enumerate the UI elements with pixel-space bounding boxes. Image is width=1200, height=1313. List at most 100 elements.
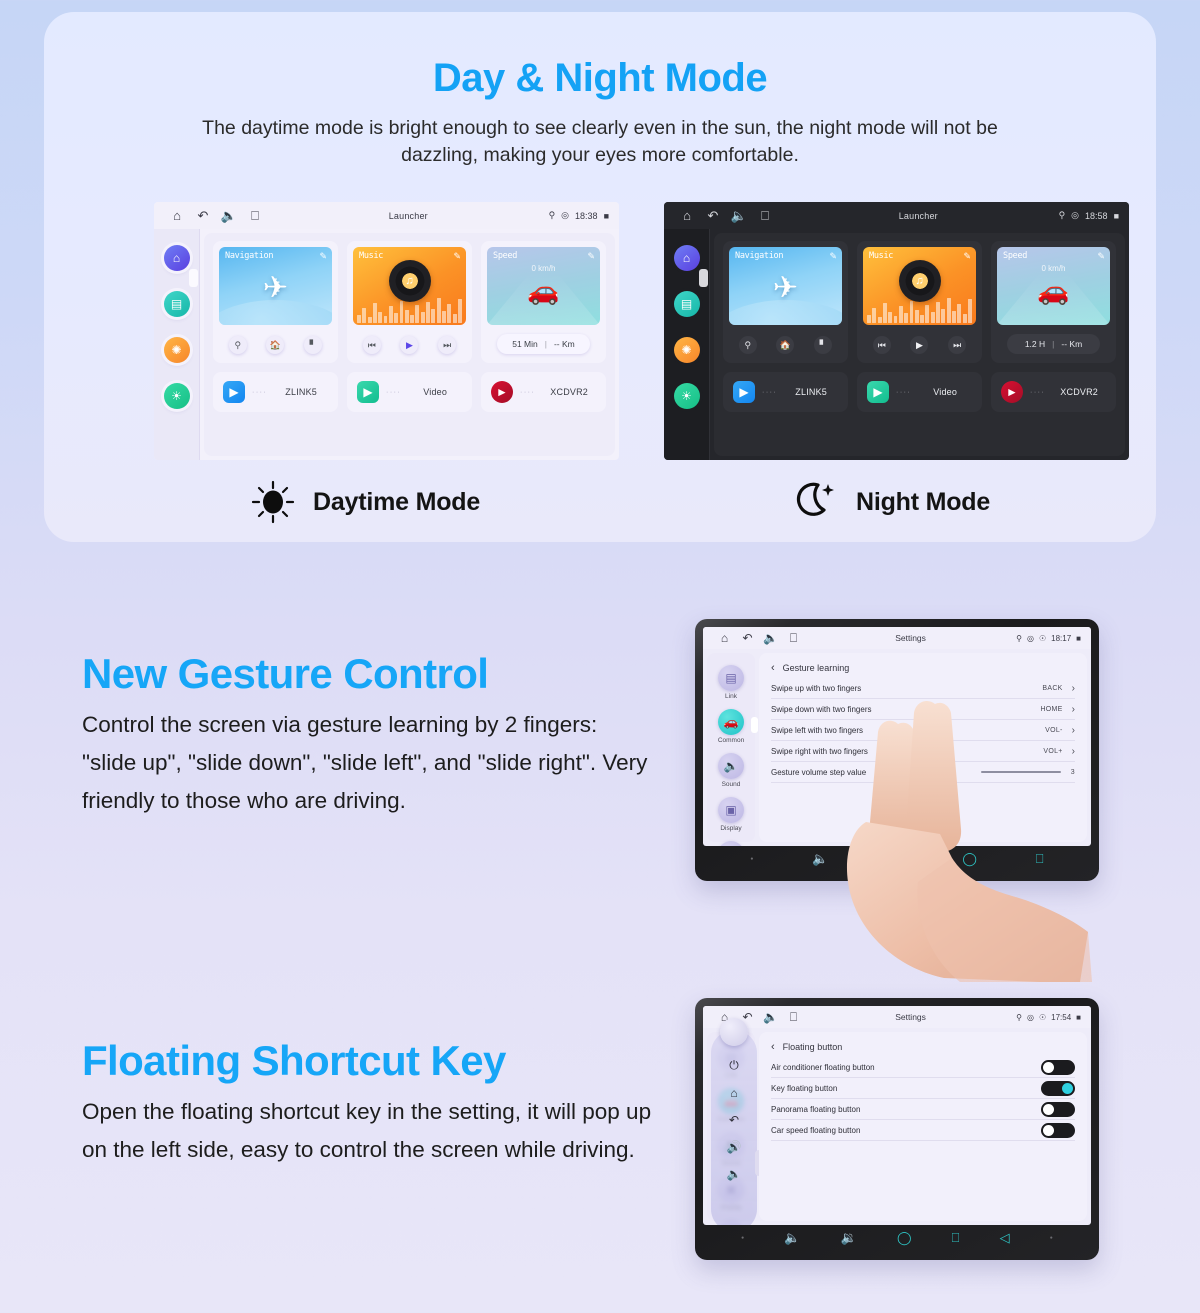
sidebar-item-settings[interactable]: ✺: [163, 337, 190, 363]
vol-down-icon[interactable]: 🔈: [727, 1167, 742, 1181]
volume-icon[interactable]: 🔈: [759, 631, 782, 645]
split-screen-icon[interactable]: ■: [1076, 1013, 1081, 1022]
slider-thumb[interactable]: [946, 768, 950, 776]
app-tile-xcdvr[interactable]: ► ···· XCDVR2: [481, 372, 606, 412]
toggle-air-conditioner[interactable]: [1041, 1059, 1075, 1075]
table-row[interactable]: Key floating button: [771, 1078, 1075, 1099]
widget-music[interactable]: Music ✎ ♫ ⏮ ▶ ⏭: [857, 241, 982, 363]
home-icon[interactable]: ⌂: [164, 209, 190, 222]
prev-icon[interactable]: ⏮: [362, 336, 381, 354]
next-icon[interactable]: ⏭: [948, 336, 967, 354]
play-icon[interactable]: ▶: [910, 336, 929, 354]
table-row[interactable]: Swipe left with two fingers VOL- ›: [771, 720, 1075, 741]
home-icon[interactable]: 🏠: [266, 336, 285, 354]
chevron-right-icon[interactable]: ›: [1072, 683, 1075, 694]
table-row[interactable]: Gesture volume step value 3: [771, 762, 1075, 783]
vol-down-icon[interactable]: 🔈: [784, 1230, 800, 1246]
search-icon[interactable]: ⚲: [738, 336, 757, 354]
sidebar-item-home[interactable]: ⌂: [163, 245, 198, 287]
app-tile-xcdvr[interactable]: ► ···· XCDVR2: [991, 372, 1116, 412]
sidebar-item-brightness[interactable]: ☀: [163, 383, 190, 409]
recents-icon[interactable]: ⎕: [782, 1010, 805, 1025]
split-screen-icon[interactable]: ■: [1076, 634, 1081, 643]
vol-up-icon[interactable]: 🔉: [841, 1230, 857, 1246]
table-row[interactable]: Swipe up with two fingers BACK ›: [771, 678, 1075, 699]
volume-icon[interactable]: 🔈: [759, 1010, 782, 1024]
vol-up-icon[interactable]: 🔉: [887, 851, 903, 867]
app-tile-video[interactable]: ▶ ···· Video: [857, 372, 982, 412]
sidebar-item-home[interactable]: ⌂: [673, 245, 708, 287]
night-sidebar: ⌂ ▤ ✺ ☀: [664, 229, 710, 460]
split-screen-icon[interactable]: ■: [1114, 211, 1119, 221]
recents-icon[interactable]: ⎕: [242, 209, 268, 222]
sidebar-item-system[interactable]: ⓘ System: [718, 841, 744, 846]
sidebar-item-link[interactable]: ▤ Link: [718, 665, 744, 700]
app-tile-zlink[interactable]: ▶ ···· ZLINK5: [723, 372, 848, 412]
home-circle-icon[interactable]: ◯: [962, 851, 977, 867]
volume-step-slider[interactable]: [946, 768, 1061, 776]
back-chevron-icon[interactable]: ‹: [771, 1041, 775, 1053]
edit-icon[interactable]: ✎: [319, 251, 327, 262]
paper-plane-icon: ✈: [262, 271, 289, 305]
edit-icon[interactable]: ✎: [1097, 251, 1105, 262]
widget-navigation[interactable]: Navigation ✎ ✈ ⚲ 🏠 ▘: [723, 241, 848, 363]
signal-icon[interactable]: ▘: [814, 336, 833, 354]
back-chevron-icon[interactable]: ‹: [771, 662, 775, 674]
sidebar-item-sound[interactable]: 🔈 Sound: [718, 753, 744, 788]
toggle-car-speed[interactable]: [1041, 1122, 1075, 1138]
edit-icon[interactable]: ✎: [587, 251, 595, 262]
sidebar-item-settings[interactable]: ✺: [673, 337, 700, 363]
sidebar-item-apps[interactable]: ▤: [163, 291, 190, 317]
edit-icon[interactable]: ✎: [963, 251, 971, 262]
home-icon[interactable]: ⌂: [713, 631, 736, 645]
recents-icon[interactable]: ⎕: [952, 1230, 960, 1246]
chevron-right-icon[interactable]: ›: [1072, 746, 1075, 757]
table-row[interactable]: Panorama floating button: [771, 1099, 1075, 1120]
sidebar-item-apps[interactable]: ▤: [673, 291, 700, 317]
widget-navigation[interactable]: Navigation ✎ ✈ ⚲ 🏠 ▘: [213, 241, 338, 363]
vol-up-icon[interactable]: 🔊: [727, 1140, 742, 1154]
next-icon[interactable]: ⏭: [438, 336, 457, 354]
recents-icon[interactable]: ⎕: [752, 209, 778, 222]
chevron-right-icon[interactable]: ›: [1072, 725, 1075, 736]
floating-shortcut-panel[interactable]: ⏻ ⌂ ↶ 🔊 🔈 ‹: [711, 1018, 766, 1225]
sidebar-item-display[interactable]: ▣ Display: [718, 797, 744, 832]
back-icon[interactable]: ↶: [190, 209, 216, 222]
table-row[interactable]: Swipe right with two fingers VOL+ ›: [771, 741, 1075, 762]
signal-icon[interactable]: ▘: [304, 336, 323, 354]
home-icon[interactable]: 🏠: [776, 336, 795, 354]
table-row[interactable]: Car speed floating button: [771, 1120, 1075, 1141]
recents-icon[interactable]: ⎕: [1036, 851, 1044, 867]
home-icon[interactable]: ⌂: [674, 209, 700, 222]
table-row[interactable]: Swipe down with two fingers HOME ›: [771, 699, 1075, 720]
play-icon[interactable]: ▶: [400, 336, 419, 354]
widget-music[interactable]: Music ✎ ♫ ⏮ ▶ ⏭: [347, 241, 472, 363]
floating-drag-handle[interactable]: [720, 1018, 748, 1046]
app-tile-video[interactable]: ▶ ···· Video: [347, 372, 472, 412]
chevron-right-icon[interactable]: ›: [1072, 704, 1075, 715]
sidebar-item-common[interactable]: 🚗 Common: [718, 709, 744, 744]
home-icon[interactable]: ⌂: [730, 1086, 737, 1100]
back-icon[interactable]: ◁: [1000, 1230, 1010, 1246]
app-tile-zlink[interactable]: ▶ ···· ZLINK5: [213, 372, 338, 412]
widget-speed[interactable]: Speed ✎ 0 km/h 🚗 51 Min | -- Km: [481, 241, 606, 363]
vol-down-icon[interactable]: 🔈: [812, 851, 828, 867]
home-circle-icon[interactable]: ◯: [897, 1230, 912, 1246]
table-row[interactable]: Air conditioner floating button: [771, 1057, 1075, 1078]
prev-icon[interactable]: ⏮: [872, 336, 891, 354]
split-screen-icon[interactable]: ■: [604, 211, 609, 221]
back-icon[interactable]: ↶: [700, 209, 726, 222]
search-icon[interactable]: ⚲: [228, 336, 247, 354]
edit-icon[interactable]: ✎: [453, 251, 461, 262]
back-icon[interactable]: ↶: [729, 1113, 739, 1127]
volume-icon[interactable]: 🔈: [726, 209, 752, 222]
recents-icon[interactable]: ⎕: [782, 631, 805, 646]
widget-speed[interactable]: Speed ✎ 0 km/h 🚗 1.2 H | -- Km: [991, 241, 1116, 363]
volume-icon[interactable]: 🔈: [216, 209, 242, 222]
back-icon[interactable]: ↶: [736, 631, 759, 645]
sidebar-item-brightness[interactable]: ☀: [673, 383, 700, 409]
toggle-key-floating[interactable]: [1041, 1080, 1075, 1096]
toggle-panorama[interactable]: [1041, 1101, 1075, 1117]
power-icon[interactable]: ⏻: [729, 1058, 739, 1073]
edit-icon[interactable]: ✎: [829, 251, 837, 262]
